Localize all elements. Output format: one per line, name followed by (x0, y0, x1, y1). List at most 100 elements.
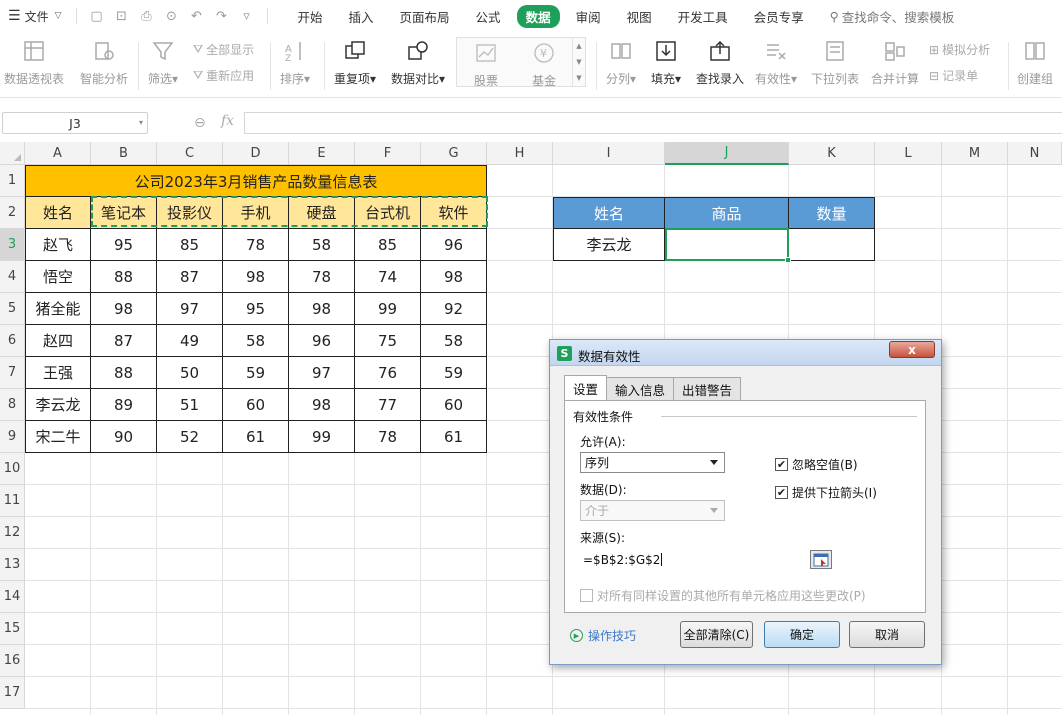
column-header-a[interactable]: A (25, 142, 91, 165)
what-if-analysis-button[interactable]: ⊞ 模拟分析 (929, 41, 990, 58)
dropdown-list-button[interactable]: 下拉列表 (811, 38, 859, 87)
table-cell[interactable]: 58 (223, 325, 289, 357)
table-cell[interactable]: 78 (289, 261, 355, 293)
row-header-13[interactable]: 13 (0, 549, 25, 581)
column-header-k[interactable]: K (789, 142, 875, 165)
more-chevron-icon[interactable]: ▿ (238, 9, 256, 24)
formula-input[interactable] (244, 112, 1062, 134)
tab-data[interactable]: 数据 (516, 4, 560, 28)
tab-insert[interactable]: 插入 (339, 5, 384, 28)
column-header-l[interactable]: L (875, 142, 942, 165)
tab-page-layout[interactable]: 页面布局 (390, 5, 460, 28)
table-cell[interactable]: 58 (421, 325, 487, 357)
table-cell[interactable]: 87 (157, 261, 223, 293)
duplicates-button[interactable]: 重复项▾ (334, 38, 376, 87)
column-header-d[interactable]: D (223, 142, 289, 165)
print-icon[interactable]: ⎙ (138, 9, 156, 24)
table-cell[interactable]: 78 (355, 421, 421, 453)
row-header-2[interactable]: 2 (0, 197, 25, 229)
table-cell[interactable]: 52 (157, 421, 223, 453)
table-cell[interactable]: 61 (223, 421, 289, 453)
redo-icon[interactable]: ↷ (213, 9, 231, 24)
table-cell[interactable]: 61 (421, 421, 487, 453)
lookup-cell[interactable] (789, 229, 875, 261)
stock-button[interactable]: 股票 (473, 40, 499, 89)
table-cell[interactable]: 98 (91, 293, 157, 325)
table-cell[interactable]: 51 (157, 389, 223, 421)
undo-icon[interactable]: ↶ (188, 9, 206, 24)
table-cell[interactable]: 王强 (25, 357, 91, 389)
source-input[interactable]: =$B$2:$G$2 (580, 549, 833, 570)
save-icon[interactable]: ▢ (88, 9, 106, 24)
table-cell[interactable]: 75 (355, 325, 421, 357)
table-cell[interactable]: 85 (157, 229, 223, 261)
pivot-table-button[interactable]: 数据透视表 (4, 38, 64, 87)
close-button[interactable]: x (889, 341, 935, 358)
table-cell[interactable]: 49 (157, 325, 223, 357)
row-header-15[interactable]: 15 (0, 613, 25, 645)
table-title[interactable]: 公司2023年3月销售产品数量信息表 (25, 165, 487, 197)
row-header-6[interactable]: 6 (0, 325, 25, 357)
table-cell[interactable]: 90 (91, 421, 157, 453)
record-form-button[interactable]: ⊟ 记录单 (929, 67, 978, 84)
table-cell[interactable]: 50 (157, 357, 223, 389)
table-cell[interactable]: 59 (223, 357, 289, 389)
row-header-4[interactable]: 4 (0, 261, 25, 293)
range-select-button[interactable] (810, 550, 832, 569)
column-header-j[interactable]: J (665, 142, 789, 165)
dropdown-arrow-checkbox[interactable]: ✔ 提供下拉箭头(I) (775, 484, 877, 501)
table-cell[interactable]: 96 (421, 229, 487, 261)
smart-analysis-button[interactable]: 智能分析 (80, 38, 128, 87)
table-header-cell[interactable]: 姓名 (25, 197, 91, 229)
table-cell[interactable]: 59 (421, 357, 487, 389)
tab-view[interactable]: 视图 (617, 5, 662, 28)
tab-developer[interactable]: 开发工具 (668, 5, 738, 28)
column-header-f[interactable]: F (355, 142, 421, 165)
tab-review[interactable]: 审阅 (566, 5, 611, 28)
tab-input-message[interactable]: 输入信息 (606, 377, 675, 400)
row-header-7[interactable]: 7 (0, 357, 25, 389)
column-header-m[interactable]: M (942, 142, 1008, 165)
split-column-button[interactable]: 分列▾ (606, 38, 636, 87)
row-header-16[interactable]: 16 (0, 645, 25, 677)
tab-settings[interactable]: 设置 (564, 375, 608, 400)
table-cell[interactable]: 赵四 (25, 325, 91, 357)
ignore-blank-checkbox[interactable]: ✔ 忽略空值(B) (775, 456, 858, 473)
table-cell[interactable]: 78 (223, 229, 289, 261)
apply-all-checkbox[interactable]: 对所有同样设置的其他所有单元格应用这些更改(P) (580, 587, 866, 604)
row-header-12[interactable]: 12 (0, 517, 25, 549)
row-header-14[interactable]: 14 (0, 581, 25, 613)
table-cell[interactable]: 猪全能 (25, 293, 91, 325)
table-cell[interactable]: 77 (355, 389, 421, 421)
fx-icon[interactable]: fx (221, 113, 234, 129)
zoom-icon[interactable]: ⊖ (194, 115, 206, 131)
lookup-entry-button[interactable]: 查找录入 (696, 38, 744, 87)
table-cell[interactable]: 98 (223, 261, 289, 293)
cancel-button[interactable]: 取消 (849, 621, 925, 648)
table-cell[interactable]: 92 (421, 293, 487, 325)
table-cell[interactable]: 98 (289, 389, 355, 421)
table-cell[interactable]: 98 (289, 293, 355, 325)
table-cell[interactable]: 95 (223, 293, 289, 325)
show-all-button[interactable]: ⛛ 全部显示 (193, 41, 254, 58)
table-cell[interactable]: 99 (289, 421, 355, 453)
create-group-button[interactable]: 创建组 (1017, 38, 1053, 87)
select-all-corner[interactable] (0, 142, 25, 165)
table-cell[interactable]: 99 (355, 293, 421, 325)
row-header-17[interactable]: 17 (0, 677, 25, 709)
table-cell[interactable]: 97 (157, 293, 223, 325)
table-cell[interactable]: 87 (91, 325, 157, 357)
row-header-3[interactable]: 3 (0, 229, 25, 261)
table-cell[interactable]: 60 (421, 389, 487, 421)
fill-handle[interactable] (785, 257, 791, 263)
dialog-title-bar[interactable]: S 数据有效性 x (550, 340, 941, 366)
table-header-cell[interactable]: 笔记本 (91, 197, 157, 229)
tab-member[interactable]: 会员专享 (744, 5, 814, 28)
reapply-button[interactable]: ⛛ 重新应用 (193, 67, 254, 84)
file-menu[interactable]: ☰ 文件 ▽ (0, 8, 62, 25)
column-header-c[interactable]: C (157, 142, 223, 165)
table-cell[interactable]: 李云龙 (25, 389, 91, 421)
lookup-cell[interactable]: 李云龙 (553, 229, 665, 261)
column-header-e[interactable]: E (289, 142, 355, 165)
table-cell[interactable]: 宋二牛 (25, 421, 91, 453)
